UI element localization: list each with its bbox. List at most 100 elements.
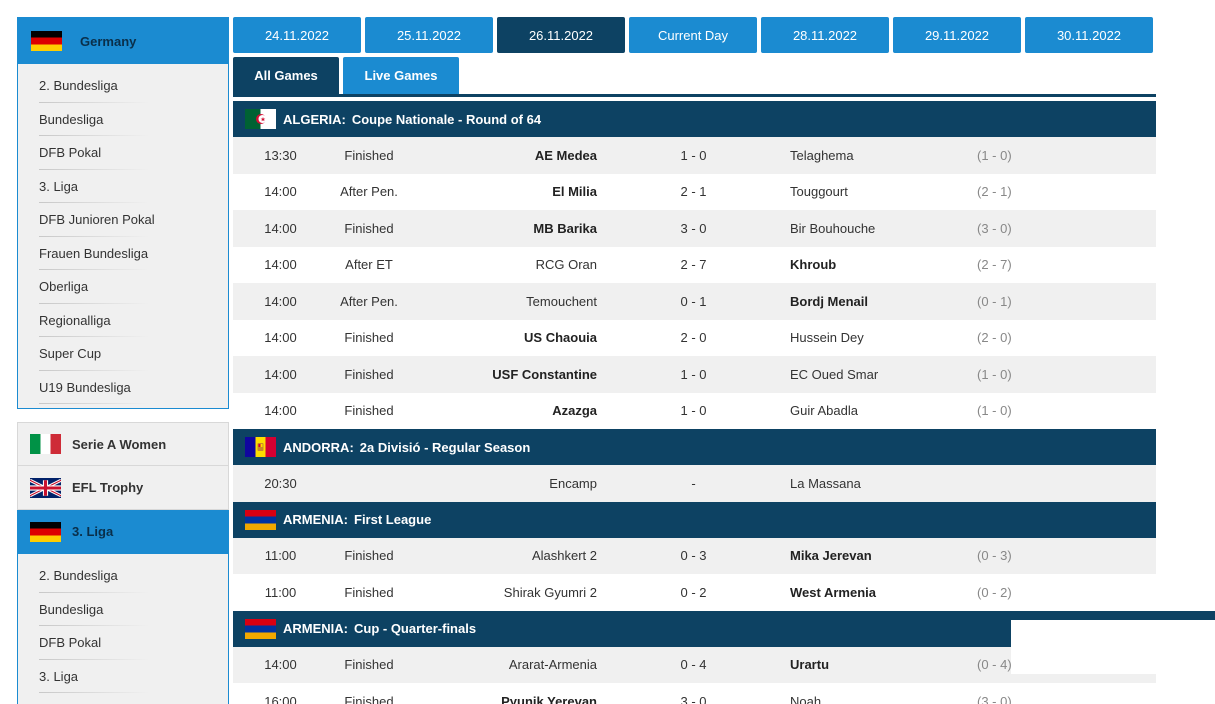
home-team[interactable]: Azazga [410, 403, 597, 418]
home-team[interactable]: MB Barika [410, 221, 597, 236]
match-time: 11:00 [264, 584, 297, 600]
away-team[interactable]: Hussein Dey [790, 330, 977, 345]
tab-all-games[interactable]: All Games [233, 57, 339, 94]
match-row[interactable]: 14:00 After ET RCG Oran 2 - 7 Khroub (2 - 7) [233, 246, 1156, 283]
sidebar-item[interactable]: DFB Pokal [18, 626, 228, 660]
match-status: Finished [344, 693, 394, 704]
match-row[interactable]: 20:30 Encamp - La Massana [233, 465, 1156, 502]
sidebar-item[interactable]: U19 Bundesliga [18, 371, 228, 405]
gb-flag-icon [30, 477, 61, 498]
date-tab[interactable]: 28.11.2022 [761, 17, 889, 53]
away-team[interactable]: Touggourt [790, 184, 977, 199]
sidebar-competition-label: Serie A Women [72, 436, 167, 452]
match-row[interactable]: 13:30 Finished AE Medea 1 - 0 Telaghema (1 - … [233, 137, 1156, 174]
sidebar-item[interactable]: Super Cup [18, 337, 228, 371]
date-tab[interactable]: 26.11.2022 [497, 17, 625, 53]
match-row[interactable]: 14:00 Finished Azazga 1 - 0 Guir Abadla (1 - … [233, 392, 1156, 429]
halftime-score: (2 - 7) [977, 257, 1012, 273]
sidebar-item[interactable]: DFB Junioren Pokal [18, 203, 228, 237]
sidebar-competition-row[interactable]: 3. Liga [17, 510, 229, 554]
away-team[interactable]: La Massana [790, 476, 977, 491]
sidebar-item[interactable]: 2. Bundesliga [18, 69, 228, 103]
sidebar-competition-rows: Serie A Women EFL Trophy 3. Liga [17, 422, 229, 554]
sidebar-item[interactable]: Bundesliga [18, 103, 228, 137]
sidebar-germany-header[interactable]: Germany [18, 18, 228, 64]
match-row[interactable]: 11:00 Finished Shirak Gyumri 2 0 - 2 West Ar… [233, 574, 1156, 611]
date-tab[interactable]: 30.11.2022 [1025, 17, 1153, 53]
games-list: ALGERIA: Coupe Nationale - Round of 64 13:… [233, 101, 1215, 704]
away-team[interactable]: Mika Jerevan [790, 548, 977, 563]
away-team[interactable]: Noah [790, 694, 977, 704]
match-status: Finished [344, 403, 394, 419]
sidebar-germany-label: Germany [80, 33, 137, 49]
home-team[interactable]: Ararat-Armenia [410, 657, 597, 672]
match-time: 16:00 [264, 693, 297, 704]
match-row[interactable]: 14:00 Finished USF Constantine 1 - 0 EC Oued… [233, 356, 1156, 393]
league-header[interactable]: ARMENIA: First League [233, 501, 1156, 538]
match-time: 11:00 [264, 548, 297, 564]
match-row[interactable]: 14:00 After Pen. Temouchent 0 - 1 Bordj Mena… [233, 283, 1156, 320]
league-name: Cup - Quarter-finals [354, 621, 477, 636]
sidebar-item[interactable]: 3. Liga [18, 170, 228, 204]
match-row[interactable]: 14:00 After Pen. El Milia 2 - 1 Touggourt (2 … [233, 173, 1156, 210]
sidebar-item[interactable]: Regionalliga [18, 304, 228, 338]
sidebar-competition-label: 3. Liga [72, 524, 114, 539]
away-team[interactable]: Urartu [790, 657, 977, 672]
away-team[interactable]: EC Oued Smar [790, 367, 977, 382]
date-tab[interactable]: 25.11.2022 [365, 17, 493, 53]
away-team[interactable]: Bir Bouhouche [790, 221, 977, 236]
home-team[interactable]: Pyunik Yerevan [410, 694, 597, 704]
away-team[interactable]: Guir Abadla [790, 403, 977, 418]
sidebar-item[interactable]: Frauen Bundesliga [18, 237, 228, 271]
home-team[interactable]: RCG Oran [410, 257, 597, 272]
sidebar-competition-row[interactable]: EFL Trophy [17, 466, 229, 510]
match-score: 0 - 3 [680, 548, 707, 564]
home-team[interactable]: El Milia [410, 184, 597, 199]
de-flag-icon [30, 521, 61, 542]
match-status: Finished [344, 657, 394, 673]
sidebar-competition-row[interactable]: Serie A Women [17, 422, 229, 466]
date-tab[interactable]: 29.11.2022 [893, 17, 1021, 53]
halftime-score: (0 - 2) [977, 584, 1012, 600]
date-tab[interactable]: 24.11.2022 [233, 17, 361, 53]
home-team[interactable]: Temouchent [410, 294, 597, 309]
away-team[interactable]: Telaghema [790, 148, 977, 163]
league-country: ALGERIA: [283, 111, 346, 127]
tab-live-games[interactable]: Live Games [343, 57, 459, 94]
date-tab[interactable]: Current Day [629, 17, 757, 53]
away-team[interactable]: Khroub [790, 257, 977, 272]
league-header[interactable]: ALGERIA: Coupe Nationale - Round of 64 [233, 101, 1156, 137]
match-row[interactable]: 16:00 Finished Pyunik Yerevan 3 - 0 Noah (3 -… [233, 683, 1156, 704]
match-score: 2 - 0 [680, 330, 707, 346]
home-team[interactable]: Shirak Gyumri 2 [410, 585, 597, 600]
halftime-score: (0 - 3) [977, 548, 1012, 564]
match-time: 13:30 [264, 147, 297, 163]
match-score: 2 - 7 [680, 257, 707, 273]
sidebar-item[interactable]: Oberliga [18, 270, 228, 304]
home-team[interactable]: Alashkert 2 [410, 548, 597, 563]
am-flag-icon [245, 509, 276, 530]
home-team[interactable]: AE Medea [410, 148, 597, 163]
league-header[interactable]: ANDORRA: 2a Divisió - Regular Season [233, 429, 1156, 465]
sidebar-germany-list: 2. Bundesliga Bundesliga DFB Pokal 3. Liga D… [18, 64, 228, 408]
away-team[interactable]: Bordj Menail [790, 294, 977, 309]
league-country: ARMENIA: [283, 621, 348, 636]
sidebar-germany-block: Germany 2. Bundesliga Bundesliga DFB Pokal… [17, 17, 229, 409]
match-score: 3 - 0 [680, 693, 707, 704]
away-team[interactable]: West Armenia [790, 585, 977, 600]
match-status: Finished [344, 220, 394, 236]
home-team[interactable]: US Chaouia [410, 330, 597, 345]
sidebar-item[interactable]: DFB Pokal [18, 136, 228, 170]
sidebar-item[interactable]: Bundesliga [18, 593, 228, 627]
match-status: After Pen. [340, 293, 398, 309]
match-row[interactable]: 14:00 Finished MB Barika 3 - 0 Bir Bouhouche… [233, 210, 1156, 247]
ad-flag-icon [245, 437, 276, 457]
match-row[interactable]: 14:00 Finished US Chaouia 2 - 0 Hussein Dey(… [233, 319, 1156, 356]
league-country: ANDORRA: [283, 439, 354, 455]
match-row[interactable]: 11:00 Finished Alashkert 2 0 - 3 Mika Jereva… [233, 537, 1156, 574]
home-team[interactable]: USF Constantine [410, 367, 597, 382]
sidebar-item[interactable]: 3. Liga [18, 660, 228, 694]
home-team[interactable]: Encamp [410, 476, 597, 491]
match-status: After Pen. [340, 184, 398, 200]
sidebar-item[interactable]: 2. Bundesliga [18, 559, 228, 593]
